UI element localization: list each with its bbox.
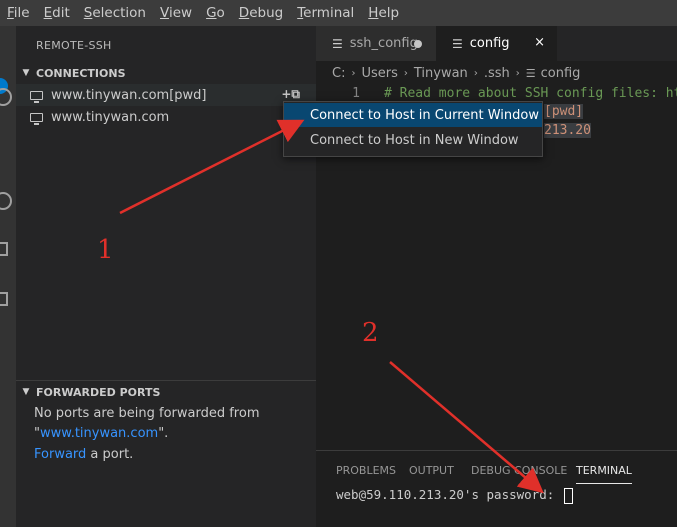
menu-terminal[interactable]: Terminal	[290, 5, 361, 21]
file-icon: ☰	[332, 36, 343, 51]
terminal-cursor	[563, 487, 573, 504]
breadcrumb-item[interactable]: Users	[361, 66, 397, 81]
menu-edit[interactable]: Edit	[37, 5, 77, 21]
connection-label: www.tinywan.com	[51, 109, 170, 125]
menu-view[interactable]: View	[153, 5, 199, 21]
context-menu: Connect to Host in Current Window Connec…	[283, 101, 543, 157]
modified-dot-icon	[414, 40, 422, 48]
remote-explorer-icon[interactable]	[0, 292, 8, 306]
menu-file[interactable]: File	[0, 5, 37, 21]
monitor-icon	[30, 112, 43, 125]
breadcrumb: C: › Users › Tinywan › .ssh › ☰ config	[316, 61, 677, 85]
monitor-icon	[30, 90, 43, 103]
tab-label: config	[469, 36, 510, 51]
sidebar: REMOTE-SSH ▼ CONNECTIONS www.tinywan.com…	[16, 26, 316, 527]
line-number: 1	[352, 86, 360, 101]
no-ports-text: No ports are being forwarded from	[34, 406, 260, 421]
open-new-window-icon[interactable]: +⧉	[281, 87, 300, 102]
menu-bar: File Edit Selection View Go Debug Termin…	[0, 0, 677, 26]
editor-tabs: ☰ ssh_config ☰ config ×	[316, 26, 677, 61]
forward-port-link[interactable]: Forward	[34, 447, 86, 462]
debug-icon[interactable]	[0, 192, 12, 210]
chevron-down-icon: ▼	[22, 68, 30, 78]
chevron-right-icon: ›	[473, 67, 478, 79]
menu-connect-new-window[interactable]: Connect to Host in New Window	[284, 128, 542, 152]
ports-host-link[interactable]: www.tinywan.com	[40, 426, 158, 441]
activity-bar	[0, 26, 16, 527]
chevron-down-icon: ▼	[22, 387, 30, 397]
connection-label: www.tinywan.com[pwd]	[51, 87, 207, 103]
panel-tab-output[interactable]: OUTPUT	[409, 464, 454, 477]
connection-item-pwd[interactable]: www.tinywan.com[pwd] +⧉	[16, 84, 316, 106]
breadcrumb-item[interactable]: .ssh	[484, 66, 510, 81]
menu-selection[interactable]: Selection	[77, 5, 153, 21]
chevron-right-icon: ›	[515, 67, 520, 79]
panel-tab-debug-console[interactable]: DEBUG CONSOLE	[471, 464, 567, 477]
forwarded-ports-label: FORWARDED PORTS	[36, 385, 161, 399]
connection-item[interactable]: www.tinywan.com	[16, 106, 316, 128]
code-line-comment: # Read more about SSH config files: ht	[384, 86, 677, 101]
connections-section-header[interactable]: ▼ CONNECTIONS	[16, 62, 316, 84]
breadcrumb-item[interactable]: config	[541, 66, 581, 81]
extensions-icon[interactable]	[0, 242, 8, 256]
close-icon[interactable]: ×	[534, 35, 545, 50]
no-ports-message: No ports are being forwarded from "www.t…	[34, 404, 304, 465]
file-icon: ☰	[452, 36, 463, 51]
code-line-host: [pwd]	[544, 104, 584, 119]
chevron-right-icon: ›	[351, 67, 356, 79]
bottom-panel: PROBLEMS OUTPUT DEBUG CONSOLE TERMINAL w…	[316, 450, 677, 527]
menu-debug[interactable]: Debug	[232, 5, 290, 21]
breadcrumb-item[interactable]: Tinywan	[414, 66, 468, 81]
forwarded-ports-section-header[interactable]: ▼ FORWARDED PORTS	[16, 380, 316, 403]
menu-help[interactable]: Help	[361, 5, 406, 21]
panel-tab-terminal[interactable]: TERMINAL	[576, 464, 632, 484]
sidebar-title: REMOTE-SSH	[36, 39, 112, 52]
tab-config[interactable]: ☰ config ×	[436, 26, 557, 61]
search-icon[interactable]	[0, 88, 12, 106]
panel-tab-problems[interactable]: PROBLEMS	[336, 464, 396, 477]
annotation-label-2: 2	[362, 318, 379, 348]
breadcrumb-item[interactable]: C:	[332, 66, 345, 81]
code-line-hostname: 213.20	[544, 123, 591, 138]
menu-connect-current-window[interactable]: Connect to Host in Current Window	[284, 103, 542, 127]
file-icon: ☰	[525, 66, 536, 80]
annotation-label-1: 1	[97, 235, 114, 265]
terminal-output[interactable]: web@59.110.213.20's password:	[336, 487, 573, 504]
chevron-right-icon: ›	[403, 67, 408, 79]
connections-label: CONNECTIONS	[36, 66, 126, 80]
menu-go[interactable]: Go	[199, 5, 232, 21]
quote-close: ".	[158, 426, 169, 441]
forward-port-rest: a port.	[86, 447, 134, 462]
tab-label: ssh_config	[349, 36, 418, 51]
tab-ssh-config[interactable]: ☰ ssh_config	[316, 26, 436, 61]
terminal-prompt: web@59.110.213.20's password:	[336, 487, 562, 502]
